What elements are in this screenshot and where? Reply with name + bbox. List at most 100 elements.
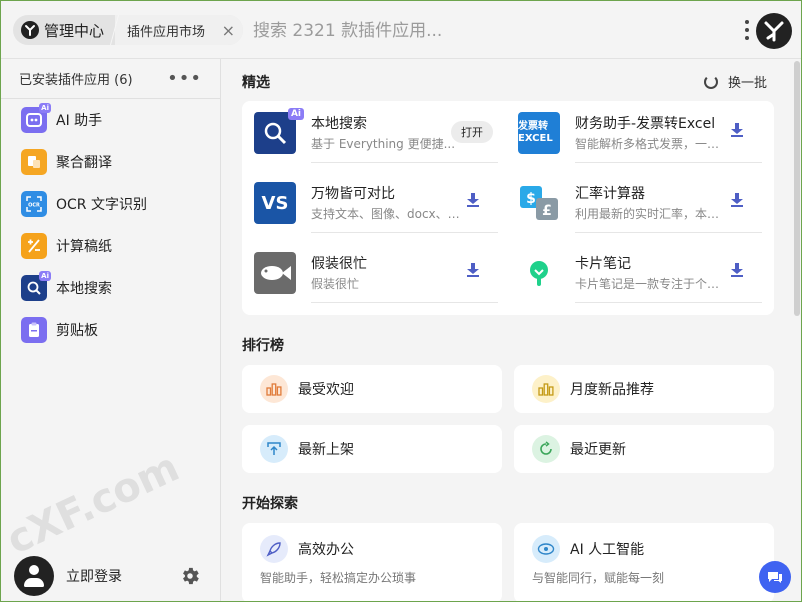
sidebar-item-label: AI 助手 — [56, 113, 103, 129]
gear-icon[interactable] — [179, 565, 201, 587]
download-icon[interactable] — [467, 263, 479, 277]
exchange-rate-icon: $ £ — [518, 182, 560, 224]
chat-icon[interactable] — [759, 561, 791, 593]
explore-title: 开始探索 — [242, 496, 298, 512]
translate-icon — [21, 149, 47, 175]
explore-label: 高效办公 — [298, 542, 354, 558]
ocr-icon: OCR — [21, 191, 47, 217]
app-logo-icon[interactable] — [756, 13, 792, 49]
ranking-newest[interactable]: 最新上架 — [242, 425, 502, 473]
sidebar-item-clipboard[interactable]: 剪贴板 — [1, 309, 220, 351]
ranking-monthly-new[interactable]: 月度新品推荐 — [514, 365, 774, 413]
local-search-icon: Ai — [254, 108, 304, 154]
ai-badge: Ai — [287, 108, 304, 120]
scrollbar[interactable] — [794, 61, 800, 316]
upload-icon — [260, 435, 288, 463]
refresh-button[interactable]: 换一批 — [704, 72, 767, 91]
plugin-desc: 卡片笔记是一款专注于个人... — [575, 277, 729, 291]
plugin-desc: 利用最新的实时汇率，本换... — [575, 207, 729, 221]
explore-desc: 与智能同行，赋能每一刻 — [532, 571, 665, 585]
sidebar-item-ai-assistant[interactable]: Ai AI 助手 — [1, 99, 220, 141]
svg-text:OCR: OCR — [28, 203, 40, 209]
ranking-label: 最受欢迎 — [298, 382, 354, 398]
sidebar-item-calculator[interactable]: 计算稿纸 — [1, 225, 220, 267]
login-link[interactable]: 立即登录 — [66, 566, 122, 586]
local-search-icon: Ai — [21, 271, 51, 301]
divider — [311, 302, 498, 303]
bar-chart-icon — [532, 375, 560, 403]
download-icon[interactable] — [731, 193, 743, 207]
plugin-card[interactable]: VS 万物皆可对比 支持文本、图像、docx、e... — [242, 171, 498, 233]
sidebar-item-ocr[interactable]: OCR OCR 文字识别 — [1, 183, 220, 225]
plugin-desc: 假装很忙 — [311, 277, 360, 291]
tab-plugin-market-label: 插件应用市场 — [127, 24, 206, 40]
refresh-icon — [704, 74, 718, 89]
explore-label: AI 人工智能 — [570, 542, 645, 558]
svg-text:$: $ — [526, 191, 536, 207]
download-icon[interactable] — [731, 123, 743, 137]
more-icon[interactable]: ••• — [167, 68, 202, 89]
tab-plugin-market[interactable]: 插件应用市场 × — [115, 15, 243, 45]
avatar[interactable] — [14, 556, 54, 596]
ranking-recent-update[interactable]: 最近更新 — [514, 425, 774, 473]
compare-icon: VS — [254, 182, 296, 224]
plugin-card[interactable]: 卡片笔记 卡片笔记是一款专注于个人... — [506, 241, 762, 303]
ranking-label: 月度新品推荐 — [570, 382, 654, 398]
divider — [575, 162, 762, 163]
more-menu-icon[interactable] — [743, 18, 751, 42]
plugin-name: 万物皆可对比 — [311, 186, 395, 202]
featured-title: 精选 — [242, 75, 270, 91]
divider — [575, 302, 762, 303]
plugin-card[interactable]: $ £ 汇率计算器 利用最新的实时汇率，本换... — [506, 171, 762, 233]
download-icon[interactable] — [467, 193, 479, 207]
fish-icon — [254, 252, 296, 294]
plugin-card[interactable]: 假装很忙 假装很忙 — [242, 241, 498, 303]
sidebar-item-label: 聚合翻译 — [56, 155, 112, 171]
ai-badge: Ai — [39, 271, 51, 281]
ranking-label: 最近更新 — [570, 442, 626, 458]
explore-desc: 智能助手，轻松搞定办公琐事 — [260, 571, 417, 585]
close-icon[interactable]: × — [222, 21, 235, 40]
ai-eye-icon — [532, 535, 560, 563]
top-bar: 管理中心 插件应用市场 × — [1, 1, 801, 59]
ai-assistant-icon: Ai — [21, 103, 51, 133]
app-logo-icon — [21, 21, 39, 39]
divider — [311, 162, 498, 163]
compare-icon-text: VS — [261, 192, 289, 214]
ranking-label: 最新上架 — [298, 442, 354, 458]
open-button[interactable]: 打开 — [451, 121, 493, 143]
plugin-desc: 智能解析多格式发票，一键... — [575, 137, 729, 151]
plugin-name: 假装很忙 — [311, 256, 367, 272]
plugin-card[interactable]: Ai 本地搜索 基于 Everything 更便捷... 打开 — [242, 101, 498, 163]
featured-panel: Ai 本地搜索 基于 Everything 更便捷... 打开 发票转 EXCE… — [242, 101, 774, 315]
divider — [311, 232, 498, 233]
sidebar-item-label: OCR 文字识别 — [56, 197, 147, 213]
sidebar-item-translate[interactable]: 聚合翻译 — [1, 141, 220, 183]
home-tab[interactable]: 管理中心 — [13, 15, 114, 45]
refresh-icon — [532, 435, 560, 463]
installed-title: 已安装插件应用 (6) — [19, 73, 133, 88]
sidebar: 已安装插件应用 (6) ••• Ai AI 助手 聚合翻译 OCR OCR 文字… — [1, 59, 221, 601]
plugin-name: 卡片笔记 — [575, 256, 631, 272]
sidebar-item-label: 剪贴板 — [56, 323, 98, 339]
sidebar-item-label: 本地搜索 — [56, 281, 112, 297]
ranking-title: 排行榜 — [242, 338, 284, 354]
calculator-icon — [21, 233, 47, 259]
rocket-icon — [260, 535, 288, 563]
card-note-icon — [518, 252, 560, 294]
plugin-desc: 基于 Everything 更便捷... — [311, 137, 456, 151]
main-content: 精选 换一批 Ai 本地搜索 基于 Everything 更便捷... 打开 发… — [222, 59, 795, 601]
invoice-excel-icon: 发票转 EXCEL — [518, 112, 560, 154]
sidebar-item-local-search[interactable]: Ai 本地搜索 — [1, 267, 220, 309]
breadcrumb: 管理中心 插件应用市场 × — [13, 15, 243, 45]
plugin-card[interactable]: 发票转 EXCEL 财务助手-发票转Excel 智能解析多格式发票，一键... — [506, 101, 762, 163]
explore-ai[interactable]: AI 人工智能 与智能同行，赋能每一刻 — [514, 523, 774, 601]
download-icon[interactable] — [731, 263, 743, 277]
bar-chart-icon — [260, 375, 288, 403]
ranking-popular[interactable]: 最受欢迎 — [242, 365, 502, 413]
search-input[interactable] — [253, 17, 723, 45]
home-label: 管理中心 — [44, 21, 105, 40]
invoice-icon-text: 发票转 EXCEL — [518, 121, 553, 144]
plugin-name: 财务助手-发票转Excel — [575, 116, 716, 132]
explore-office[interactable]: 高效办公 智能助手，轻松搞定办公琐事 — [242, 523, 502, 601]
